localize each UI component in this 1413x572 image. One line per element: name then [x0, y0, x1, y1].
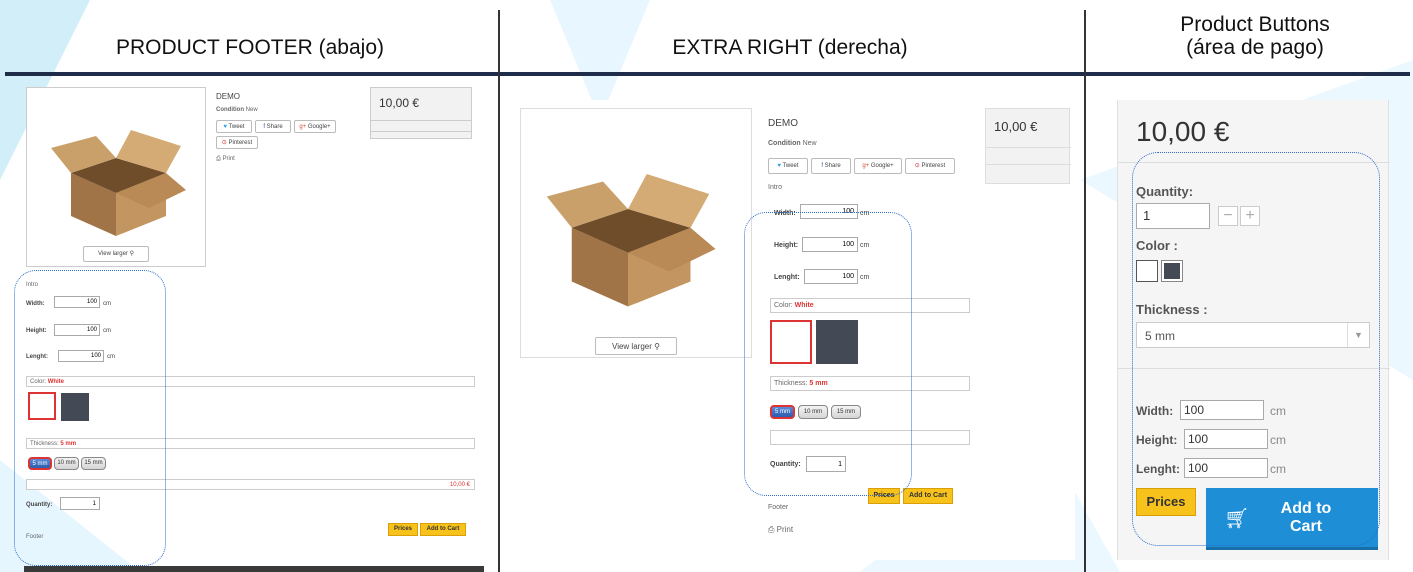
twitter-icon: ♥ — [223, 124, 227, 130]
product-name-2: DEMO — [768, 118, 798, 129]
pinterest-label-2: Pinterest — [921, 163, 946, 169]
price-separator-3 — [986, 147, 1071, 148]
print-link-2[interactable]: ⎙ Print — [768, 525, 793, 535]
tweet-button[interactable]: ♥ Tweet — [216, 120, 252, 133]
price-separator-2 — [371, 131, 471, 132]
pinterest-icon: ⊙ — [221, 140, 227, 146]
pinterest-button-2[interactable]: ⊙ Pinterest — [905, 158, 955, 174]
print-link[interactable]: ⎙ Print — [216, 156, 235, 163]
print-icon-2: ⎙ — [768, 525, 775, 534]
share-label: Share — [266, 124, 283, 130]
share-button-2[interactable]: f Share — [811, 158, 851, 174]
twitter-icon-2: ♥ — [777, 163, 781, 169]
panel-product-buttons: 10,00 € Quantity: 1 − + Color : Thicknes… — [1117, 100, 1390, 560]
condition-label-2: Condition — [768, 140, 801, 147]
divider-1 — [498, 10, 500, 572]
facebook-icon: f — [263, 124, 265, 130]
panel-product-footer: View larger ⚲ DEMO Condition New ♥ Tweet… — [10, 82, 490, 572]
price-separator — [371, 120, 471, 121]
view-larger-label-2: View larger — [612, 342, 652, 351]
condition-label: Condition — [216, 107, 244, 113]
google-button-2[interactable]: g+ Google+ — [854, 158, 902, 174]
zoom-icon-2: ⚲ — [654, 342, 660, 351]
pinterest-label: Pinterest — [228, 140, 253, 146]
print-label-2: Print — [776, 525, 794, 534]
title-line-1: Product Buttons — [1180, 13, 1330, 36]
header-rule — [5, 72, 1410, 76]
title-extra-right: EXTRA RIGHT (derecha) — [672, 36, 908, 59]
panel-extra-right: View larger ⚲ DEMO Condition New ♥ Tweet… — [510, 100, 1075, 560]
highlight-region-3 — [1132, 152, 1380, 546]
divider-2 — [1084, 10, 1086, 572]
price-bar-value: 10,00 € — [449, 482, 470, 488]
condition-row-2: Condition New — [768, 140, 817, 147]
cardboard-box-image-2 — [546, 174, 716, 307]
condition-value-2: New — [802, 140, 817, 147]
price-box: 10,00 € — [370, 87, 472, 139]
prices-button[interactable]: Prices — [388, 523, 418, 536]
price-value-3: 10,00 € — [1136, 116, 1230, 147]
add-to-cart-button[interactable]: Add to Cart — [420, 523, 466, 536]
google-label-2: Google+ — [870, 163, 894, 169]
tweet-label-2: Tweet — [782, 163, 799, 169]
price-separator-4 — [986, 164, 1071, 165]
product-image-frame[interactable]: View larger ⚲ — [26, 87, 206, 267]
highlight-region-2 — [744, 212, 912, 496]
share-label-2: Share — [824, 163, 841, 169]
cardboard-box-image — [51, 130, 186, 236]
google-plus-icon: g+ — [299, 124, 307, 130]
google-label: Google+ — [307, 124, 331, 130]
pinterest-button[interactable]: ⊙ Pinterest — [216, 136, 258, 149]
add-to-cart-button-2[interactable]: Add to Cart — [903, 488, 953, 504]
condition-value: New — [245, 107, 258, 113]
price-box-2: 10,00 € — [985, 108, 1071, 184]
view-larger-button-2[interactable]: View larger ⚲ — [595, 337, 677, 355]
google-button[interactable]: g+ Google+ — [294, 120, 336, 133]
zoom-icon: ⚲ — [129, 251, 134, 257]
title-product-footer: PRODUCT FOOTER (abajo) — [116, 36, 384, 59]
view-larger-label: View larger — [98, 251, 128, 257]
tweet-label: Tweet — [228, 124, 245, 130]
product-image-frame-2[interactable]: View larger ⚲ — [520, 108, 752, 358]
price-value-2: 10,00 € — [994, 119, 1038, 134]
title-line-2: (área de pago) — [1186, 36, 1324, 59]
price-value: 10,00 € — [379, 96, 420, 110]
dark-footer-strip — [24, 566, 484, 572]
highlight-region — [14, 270, 166, 566]
view-larger-button[interactable]: View larger ⚲ — [83, 246, 149, 262]
product-name: DEMO — [216, 92, 240, 101]
tweet-button-2[interactable]: ♥ Tweet — [768, 158, 808, 174]
google-plus-icon-2: g+ — [862, 163, 870, 169]
title-product-buttons: Product Buttons (área de pago) — [1110, 13, 1400, 59]
intro-text-2: Intro — [768, 184, 783, 191]
print-label: Print — [222, 156, 235, 162]
footer-text-2: Footer — [768, 504, 789, 511]
facebook-icon-2: f — [821, 163, 823, 169]
print-icon: ⎙ — [216, 156, 221, 162]
pinterest-icon-2: ⊙ — [914, 163, 920, 169]
condition-row: Condition New — [216, 107, 258, 113]
comparison-canvas: PRODUCT FOOTER (abajo) EXTRA RIGHT (dere… — [0, 0, 1413, 572]
share-button[interactable]: f Share — [255, 120, 291, 133]
